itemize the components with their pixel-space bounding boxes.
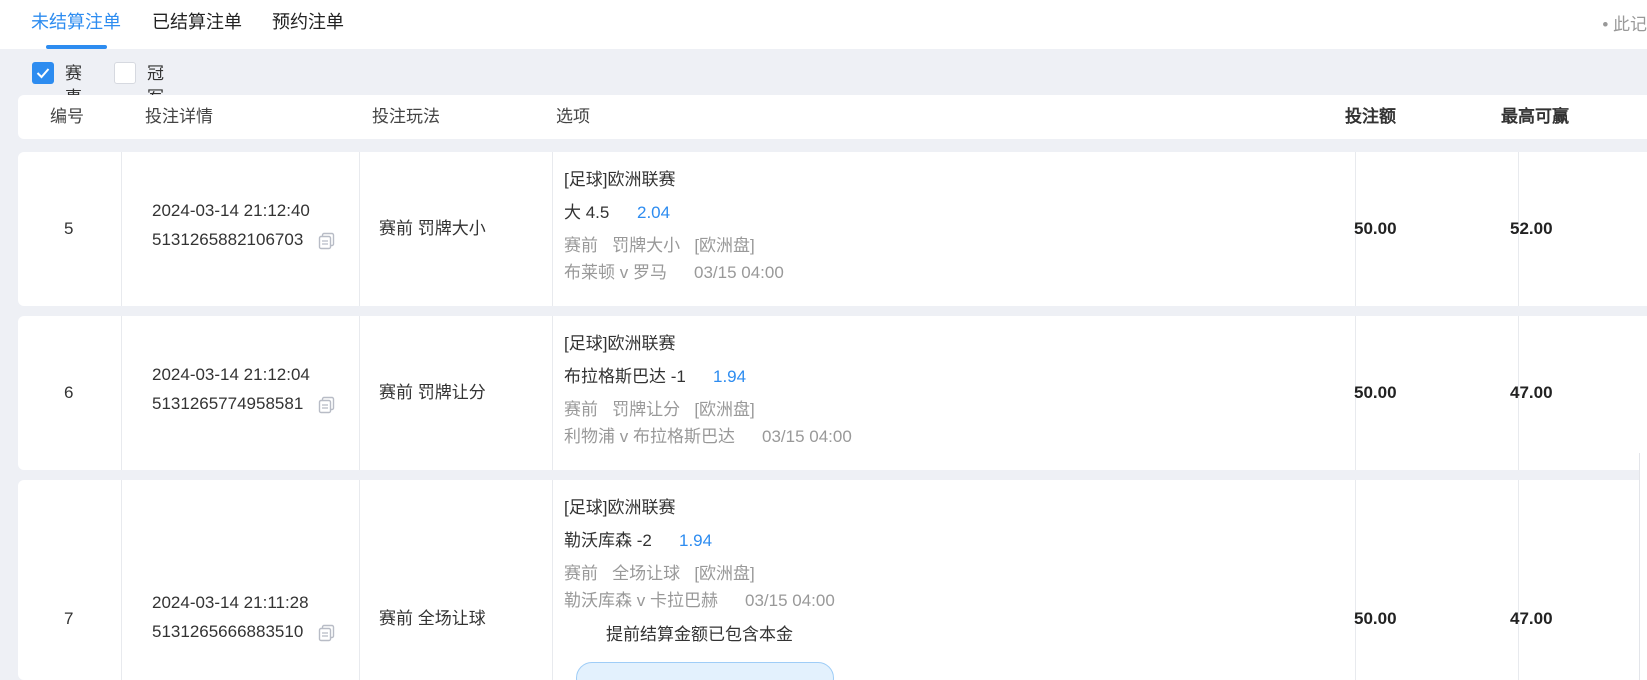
- tab-unsettled-bets[interactable]: 未结算注单: [31, 9, 121, 35]
- table-row: 6 2024-03-14 21:12:04 5131265774958581 赛…: [18, 316, 1647, 470]
- tab-settled-bets[interactable]: 已结算注单: [152, 9, 242, 35]
- max-win-amount: 47.00: [1510, 383, 1553, 402]
- bet-datetime: 2024-03-14 21:12:40: [152, 201, 310, 220]
- active-tab-indicator: [46, 45, 107, 49]
- max-win-amount: 47.00: [1510, 609, 1553, 628]
- scrollbar[interactable]: [1639, 453, 1647, 680]
- bet-datetime: 2024-03-14 21:12:04: [152, 365, 310, 384]
- match-name: 勒沃库森 v 卡拉巴赫: [564, 591, 718, 610]
- market-info: 赛前 罚牌让分 [欧洲盘]: [564, 400, 755, 419]
- copy-icon[interactable]: [318, 624, 336, 642]
- bet-pick: 布拉格斯巴达 -1: [564, 367, 686, 386]
- filter-champion-checkbox[interactable]: [114, 62, 136, 84]
- order-number: 5131265666883510: [152, 622, 304, 641]
- order-number: 5131265774958581: [152, 394, 304, 413]
- stake-amount: 50.00: [1354, 609, 1397, 628]
- bet-number: 6: [64, 383, 74, 402]
- bet-number: 5: [64, 219, 74, 238]
- bet-play-type: 赛前 罚牌大小: [379, 219, 486, 238]
- copy-icon[interactable]: [318, 232, 336, 250]
- market-info: 赛前 全场让球 [欧洲盘]: [564, 564, 755, 583]
- match-time: 03/15 04:00: [762, 427, 852, 446]
- match-time: 03/15 04:00: [694, 263, 784, 282]
- col-max-win: 最高可赢: [1501, 107, 1569, 126]
- bet-datetime: 2024-03-14 21:11:28: [152, 593, 309, 612]
- bet-pick: 大 4.5: [564, 203, 610, 222]
- match-name: 利物浦 v 布拉格斯巴达: [564, 427, 735, 446]
- bet-play-type: 赛前 全场让球: [379, 609, 486, 628]
- stake-amount: 50.00: [1354, 219, 1397, 238]
- stake-amount: 50.00: [1354, 383, 1397, 402]
- table-row: 5 2024-03-14 21:12:40 5131265882106703 赛…: [18, 152, 1647, 306]
- bet-play-type: 赛前 罚牌让分: [379, 383, 486, 402]
- order-number: 5131265882106703: [152, 230, 304, 249]
- checkmark-icon: [36, 68, 50, 79]
- bet-odds: 1.94: [713, 367, 747, 386]
- match-time: 03/15 04:00: [745, 591, 835, 610]
- bet-number: 7: [64, 609, 74, 628]
- table-row: 7 2024-03-14 21:11:28 5131265666883510 赛…: [18, 480, 1647, 680]
- early-settlement-button[interactable]: [576, 662, 834, 680]
- league-name: [足球]欧洲联赛: [564, 170, 676, 189]
- table-header: 编号 投注详情 投注玩法 选项 投注额 最高可赢: [18, 95, 1647, 139]
- league-name: [足球]欧洲联赛: [564, 498, 676, 517]
- copy-icon[interactable]: [318, 396, 336, 414]
- bet-odds: 2.04: [637, 203, 671, 222]
- tab-bar: 未结算注单 已结算注单 预约注单 • 此记: [0, 0, 1647, 49]
- max-win-amount: 52.00: [1510, 219, 1553, 238]
- league-name: [足球]欧洲联赛: [564, 334, 676, 353]
- early-settlement-note: 提前结算金额已包含本金: [606, 625, 793, 644]
- col-selection: 选项: [556, 107, 590, 126]
- col-bet-type: 投注玩法: [372, 107, 440, 126]
- bet-odds: 1.94: [679, 531, 713, 550]
- match-name: 布莱顿 v 罗马: [564, 263, 667, 282]
- filter-events-checkbox[interactable]: [32, 62, 54, 84]
- records-note: • 此记: [1602, 15, 1647, 34]
- col-number: 编号: [50, 107, 84, 126]
- bet-pick: 勒沃库森 -2: [564, 531, 652, 550]
- tab-reserved-bets[interactable]: 预约注单: [272, 9, 344, 35]
- col-bet-details: 投注详情: [145, 107, 213, 126]
- col-stake: 投注额: [1345, 107, 1396, 126]
- market-info: 赛前 罚牌大小 [欧洲盘]: [564, 236, 755, 255]
